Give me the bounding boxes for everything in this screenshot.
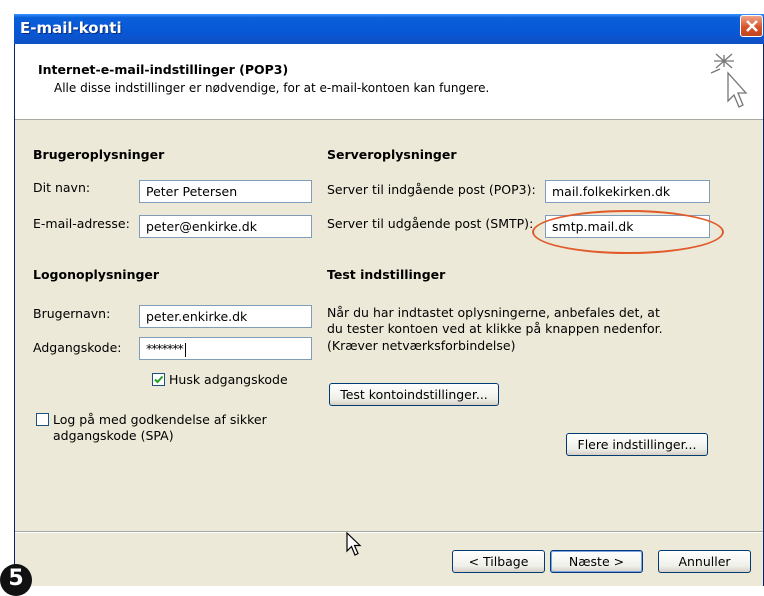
user-info-heading: Brugeroplysninger — [33, 147, 165, 162]
header-title: Internet-e-mail-indstillinger (POP3) — [38, 62, 289, 77]
email-field[interactable]: peter@enkirke.dk — [139, 215, 312, 238]
text-caret — [184, 342, 186, 357]
spa-label-line1: Log på med godkendelse af sikker — [53, 412, 267, 427]
outgoing-server-label: Server til udgående post (SMTP): — [327, 216, 534, 231]
logon-info-heading: Logonoplysninger — [33, 267, 160, 282]
incoming-server-field[interactable]: mail.folkekirken.dk — [545, 180, 710, 203]
incoming-server-label: Server til indgående post (POP3): — [327, 182, 536, 197]
window-title: E-mail-konti — [20, 19, 122, 37]
email-label: E-mail-adresse: — [33, 216, 130, 231]
cursor-sparkle-icon — [710, 53, 748, 108]
test-account-button[interactable]: Test kontoindstillinger... — [329, 383, 499, 406]
highlight-oval — [532, 210, 724, 254]
step-number-badge: 5 — [0, 564, 32, 596]
spa-checkbox[interactable] — [36, 413, 49, 426]
close-icon — [746, 20, 758, 32]
next-button[interactable]: Næste > — [550, 550, 643, 573]
cancel-button[interactable]: Annuller — [658, 550, 751, 573]
checkmark-icon — [154, 375, 164, 384]
close-button[interactable] — [740, 15, 763, 37]
back-button[interactable]: < Tilbage — [452, 550, 545, 573]
test-desc-line1: Når du har indtastet oplysningerne, anbe… — [327, 305, 660, 320]
remember-password-label: Husk adgangskode — [169, 372, 288, 387]
footer-divider — [15, 531, 763, 533]
password-field[interactable]: ******* — [139, 337, 312, 360]
test-desc-line2: du tester kontoen ved at klikke på knapp… — [327, 321, 663, 336]
remember-password-checkbox[interactable] — [152, 373, 165, 386]
name-field[interactable]: Peter Petersen — [139, 180, 312, 203]
spa-label-line2: adgangskode (SPA) — [53, 428, 174, 443]
title-bar[interactable] — [14, 14, 764, 44]
password-label: Adgangskode: — [33, 340, 122, 355]
more-settings-button[interactable]: Flere indstillinger... — [566, 433, 708, 456]
header-subtitle: Alle disse indstillinger er nødvendige, … — [54, 81, 490, 95]
server-info-heading: Serveroplysninger — [327, 147, 457, 162]
password-value: ******* — [146, 341, 184, 356]
username-field[interactable]: peter.enkirke.dk — [139, 305, 312, 328]
test-settings-heading: Test indstillinger — [327, 267, 446, 282]
username-label: Brugernavn: — [33, 306, 111, 321]
name-label: Dit navn: — [33, 180, 91, 195]
test-desc-line3: (Kræver netværksforbindelse) — [327, 338, 516, 353]
mouse-pointer-icon — [346, 532, 362, 556]
